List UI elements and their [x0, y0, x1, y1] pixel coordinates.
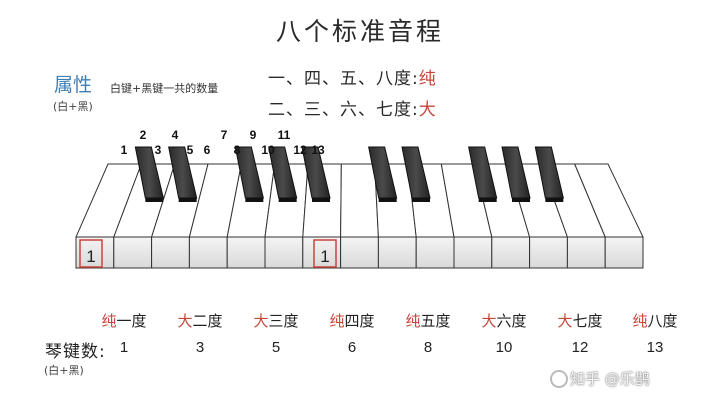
interval-name: 纯八度: [632, 310, 677, 331]
interval-degree: 五度: [420, 312, 451, 330]
interval-degree: 七度: [572, 312, 603, 330]
count-label: 琴键数:: [45, 342, 106, 362]
interval-degree: 一度: [116, 312, 147, 330]
interval-name: 大三度: [253, 310, 298, 331]
interval-quality: 大: [253, 312, 269, 330]
black-key-front: [245, 198, 264, 202]
interval-name: 大二度: [177, 310, 222, 331]
white-key-front: [188, 236, 228, 269]
black-key-front: [478, 198, 497, 202]
key-number: 4: [171, 128, 179, 142]
interval-quality: 纯: [329, 312, 345, 330]
key-number: 11: [277, 128, 291, 142]
key-number: 6: [203, 143, 211, 157]
black-key-front: [545, 198, 564, 202]
black-key-front: [378, 198, 397, 202]
key-number: 9: [249, 128, 257, 142]
white-key-front: [415, 236, 455, 269]
white-key-top: [340, 163, 379, 238]
key-number: 8: [233, 143, 241, 157]
key-number: 5: [186, 143, 194, 157]
interval-key-count: 8: [423, 339, 433, 356]
white-key-front: [226, 236, 266, 269]
interval-key-count: 10: [495, 339, 513, 356]
watermark: 知乎 @乐鹊: [570, 370, 650, 388]
black-key-front: [412, 198, 430, 202]
key-number: 13: [311, 143, 325, 157]
interval-degree: 二度: [192, 312, 223, 330]
key-number: 2: [139, 128, 147, 142]
key-number: 3: [154, 143, 162, 157]
key-number: 7: [220, 128, 228, 142]
key-number: 10: [261, 143, 275, 157]
white-key-front: [566, 236, 606, 269]
key-number: 12: [293, 143, 307, 157]
interval-quality: 纯: [101, 312, 117, 330]
interval-key-count: 13: [646, 339, 664, 356]
octave-marker-label: 1: [320, 247, 329, 266]
interval-quality: 大: [481, 312, 497, 330]
interval-name: 大六度: [481, 310, 526, 331]
interval-name: 纯四度: [329, 310, 374, 331]
interval-name: 纯一度: [101, 310, 146, 331]
black-key-front: [312, 198, 330, 202]
key-number: 1: [120, 143, 128, 157]
interval-degree: 六度: [496, 312, 527, 330]
black-key-front: [512, 198, 530, 202]
interval-quality: 纯: [405, 312, 421, 330]
interval-key-count: 3: [195, 339, 205, 356]
interval-degree: 四度: [344, 312, 375, 330]
interval-degree: 八度: [647, 312, 678, 330]
white-key-front: [604, 236, 644, 269]
start-marker-label: 1: [86, 247, 95, 266]
black-key-front: [178, 198, 197, 202]
piano-keyboard: 1 1: [75, 146, 644, 269]
interval-name: 大七度: [557, 310, 602, 331]
white-key-front: [113, 236, 153, 269]
white-key-front: [340, 236, 379, 269]
interval-key-count: 1: [119, 339, 129, 356]
watermark-icon: [550, 370, 568, 388]
white-key-front: [151, 236, 190, 269]
interval-degree: 三度: [268, 312, 299, 330]
interval-quality: 大: [557, 312, 573, 330]
white-key-front: [377, 236, 417, 269]
white-key-front: [453, 236, 493, 269]
interval-quality: 纯: [632, 312, 648, 330]
white-key-front: [264, 236, 304, 269]
white-key-front: [529, 236, 568, 269]
black-key-front: [278, 198, 297, 202]
interval-name: 纯五度: [405, 310, 450, 331]
interval-key-count: 5: [271, 339, 281, 356]
black-key-front: [145, 198, 164, 202]
count-sub: (白+黑): [44, 364, 84, 377]
interval-key-count: 12: [571, 339, 589, 356]
white-key-front: [491, 236, 531, 269]
interval-key-count: 6: [347, 339, 357, 356]
interval-quality: 大: [177, 312, 193, 330]
